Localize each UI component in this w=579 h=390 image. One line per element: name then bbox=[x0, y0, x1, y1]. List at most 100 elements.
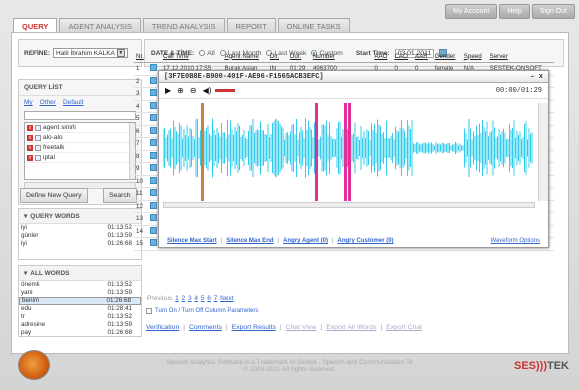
edit-icon[interactable] bbox=[35, 144, 41, 151]
zoom-in-icon[interactable]: ⊕ bbox=[177, 86, 184, 95]
listen-icon[interactable] bbox=[150, 101, 158, 109]
column-header[interactable]: Agent Name bbox=[222, 50, 268, 63]
list-item-label: alo-alo bbox=[43, 134, 63, 141]
edit-icon[interactable] bbox=[35, 134, 41, 141]
listen-icon[interactable] bbox=[150, 239, 158, 247]
listen-icon[interactable] bbox=[150, 64, 158, 72]
page-1[interactable]: 1 bbox=[175, 295, 179, 302]
word-row[interactable]: edu 01:28:41 bbox=[19, 305, 141, 313]
listen-icon[interactable] bbox=[150, 151, 158, 159]
query-filter-input[interactable] bbox=[24, 111, 136, 120]
page-5[interactable]: 5 bbox=[201, 295, 205, 302]
column-header[interactable]: Call Time bbox=[160, 50, 223, 63]
volume-slider[interactable] bbox=[215, 89, 236, 92]
list-item[interactable]: x agent sinirli bbox=[25, 123, 135, 133]
chat-view-link[interactable]: Chat View bbox=[286, 324, 317, 331]
link-default[interactable]: Default bbox=[63, 99, 84, 106]
tab-report[interactable]: REPORT bbox=[226, 18, 276, 32]
silence-max-end-link[interactable]: Silence Max End bbox=[226, 238, 273, 244]
delete-icon[interactable]: x bbox=[27, 124, 33, 131]
page-2[interactable]: 2 bbox=[182, 295, 186, 302]
delete-icon[interactable]: x bbox=[27, 144, 33, 151]
listen-icon[interactable] bbox=[150, 226, 158, 234]
word-row[interactable]: tr 01:13:52 bbox=[19, 313, 141, 321]
search-button[interactable]: Search bbox=[103, 188, 137, 203]
audio-player-popup: [3F7E0B8E-B900-401F-AE96-F1565ACB3EFC] –… bbox=[158, 70, 549, 248]
column-header[interactable]: Dir. bbox=[267, 50, 288, 63]
tab-query[interactable]: QUERY bbox=[13, 18, 58, 32]
word-row[interactable]: günler 01:13:59 bbox=[19, 232, 141, 240]
comments-link[interactable]: Comments bbox=[189, 324, 222, 331]
delete-icon[interactable]: x bbox=[27, 154, 33, 161]
sign-out-link[interactable]: Sign Out bbox=[531, 4, 575, 19]
word-row[interactable]: adresine 01:13:59 bbox=[19, 321, 141, 329]
help-link[interactable]: Help bbox=[499, 4, 530, 19]
collapse-icon[interactable]: ▾ bbox=[24, 269, 27, 277]
delete-icon[interactable]: x bbox=[27, 134, 33, 141]
angry-customer-link[interactable]: Angry Customer (0) bbox=[338, 238, 394, 244]
my-account-link[interactable]: My Account bbox=[445, 4, 498, 19]
close-icon[interactable]: – x bbox=[530, 73, 543, 81]
column-header[interactable]: AAR bbox=[413, 50, 433, 63]
table-cell: 11 bbox=[134, 187, 149, 201]
listen-icon[interactable] bbox=[150, 114, 158, 122]
tab-trend-analysis[interactable]: TREND ANALYSIS bbox=[142, 18, 225, 32]
column-header[interactable]: CAO bbox=[392, 50, 413, 63]
waveform-options-link[interactable]: Waveform Options bbox=[491, 238, 540, 244]
page-4[interactable]: 4 bbox=[194, 295, 198, 302]
chevron-down-icon[interactable]: ▼ bbox=[116, 49, 125, 57]
refine-select[interactable]: Halil İbrahim KALKA ▼ bbox=[53, 48, 128, 58]
listen-icon[interactable] bbox=[150, 189, 158, 197]
player-horizontal-scrollbar[interactable] bbox=[163, 202, 535, 208]
volume-icon[interactable]: ◀) bbox=[203, 86, 212, 95]
edit-icon[interactable] bbox=[35, 154, 41, 161]
link-other[interactable]: Other bbox=[40, 99, 56, 106]
export-results-link[interactable]: Export Results bbox=[232, 324, 276, 331]
column-header[interactable]: Server bbox=[487, 50, 554, 63]
listen-icon[interactable] bbox=[150, 164, 158, 172]
listen-icon[interactable] bbox=[150, 139, 158, 147]
listen-icon[interactable] bbox=[150, 89, 158, 97]
play-icon[interactable]: ▶ bbox=[165, 86, 171, 95]
all-words-panel: ▾ ALL WORDS önemli 01:13:52 yani 01:13:59 b… bbox=[18, 265, 142, 337]
listen-icon[interactable] bbox=[150, 201, 158, 209]
link-my[interactable]: My bbox=[24, 99, 33, 106]
column-header[interactable]: Dur. bbox=[287, 50, 311, 63]
word-row[interactable]: iyi 01:13:52 bbox=[19, 224, 141, 232]
column-header[interactable]: Number bbox=[310, 50, 373, 63]
tab-agent-analysis[interactable]: AGENT ANALYSIS bbox=[59, 18, 141, 32]
query-list-links: My Other Default bbox=[19, 96, 141, 109]
listen-icon[interactable] bbox=[150, 76, 158, 84]
collapse-icon[interactable]: ▾ bbox=[24, 212, 27, 220]
word-row-selected[interactable]: benim 01:26:68 bbox=[19, 297, 141, 305]
list-item[interactable]: x alo-alo bbox=[25, 133, 135, 143]
list-item[interactable]: x iptal bbox=[25, 153, 135, 163]
list-item[interactable]: x freetalk bbox=[25, 143, 135, 153]
listen-icon[interactable] bbox=[150, 176, 158, 184]
verification-link[interactable]: Verification bbox=[146, 324, 179, 331]
zoom-out-icon[interactable]: ⊖ bbox=[190, 86, 197, 95]
page-3[interactable]: 3 bbox=[188, 295, 192, 302]
waveform[interactable] bbox=[163, 103, 535, 201]
word-row[interactable]: önemli 01:13:52 bbox=[19, 281, 141, 289]
column-header[interactable]: AAO bbox=[372, 50, 393, 63]
tab-online-tasks[interactable]: ONLINE TASKS bbox=[277, 18, 350, 32]
player-vertical-scrollbar[interactable] bbox=[538, 103, 548, 201]
column-params-toggle[interactable]: Turn On / Turn Off Column Parameters bbox=[146, 308, 258, 314]
column-header[interactable]: Speed bbox=[461, 50, 488, 63]
angry-agent-link[interactable]: Angry Agent (0) bbox=[283, 238, 328, 244]
edit-icon[interactable] bbox=[35, 124, 41, 131]
listen-icon[interactable] bbox=[150, 214, 158, 222]
export-chat-link[interactable]: Export Chat bbox=[386, 324, 422, 331]
word-row[interactable]: iyi 01:26:68 bbox=[19, 240, 141, 248]
pager-next[interactable]: Next bbox=[220, 295, 233, 302]
define-new-query-button[interactable]: Define New Query bbox=[20, 188, 88, 203]
export-all-words-link[interactable]: Export All Words bbox=[326, 324, 376, 331]
column-header[interactable]: Gender bbox=[432, 50, 462, 63]
page-6[interactable]: 6 bbox=[207, 295, 211, 302]
word-row[interactable]: pay 01:26:68 bbox=[19, 329, 141, 337]
silence-max-start-link[interactable]: Silence Max Start bbox=[167, 238, 217, 244]
listen-icon[interactable] bbox=[150, 126, 158, 134]
page-7[interactable]: 7 bbox=[214, 295, 218, 302]
word-row[interactable]: yani 01:13:59 bbox=[19, 289, 141, 297]
